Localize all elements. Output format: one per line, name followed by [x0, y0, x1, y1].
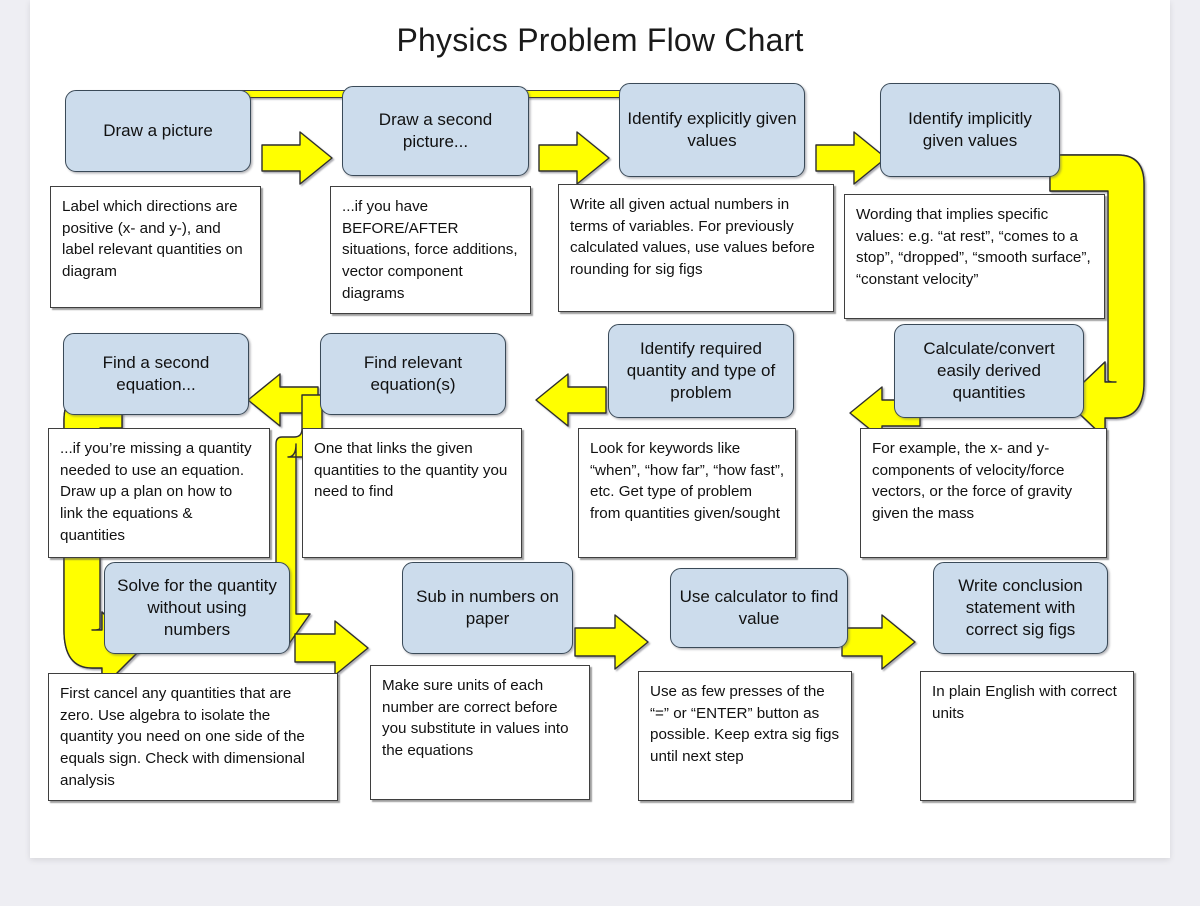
process-box-label: Draw a second picture... [378, 109, 493, 151]
process-box-find-relevant-equations[interactable]: Find relevant equation(s) [320, 333, 506, 415]
process-box-label: Sub in numbers on paper [416, 586, 559, 628]
note-box-draw-picture: Label which directions are positive (x- … [50, 186, 261, 308]
note-box-sub-in-numbers: Make sure units of each number are corre… [370, 665, 590, 800]
note-box-identify-explicit: Write all given actual numbers in terms … [558, 184, 834, 312]
process-box-label: Write conclusion statement with correct … [958, 575, 1083, 640]
note-box-calculate-convert: For example, the x- and y-components of … [860, 428, 1107, 558]
note-box-identify-required-quantity: Look for keywords like “when”, “how far”… [578, 428, 796, 558]
process-box-use-calculator[interactable]: Use calculator to find value [670, 568, 848, 648]
connector-arrow-right-1 [261, 131, 333, 185]
process-box-label: Solve for the quantity without using num… [117, 575, 277, 640]
process-box-identify-explicit[interactable]: Identify explicitly given values [619, 83, 805, 177]
process-box-label: Identify explicitly given values [627, 108, 797, 150]
process-box-draw-second-picture[interactable]: Draw a second picture... [342, 86, 529, 176]
process-box-find-second-equation[interactable]: Find a second equation... [63, 333, 249, 415]
process-box-label: Calculate/convert easily derived quantit… [923, 338, 1055, 403]
process-box-label: Find a second equation... [102, 352, 210, 394]
note-box-find-second-equation: ...if you’re missing a quantity needed t… [48, 428, 270, 558]
connector-arrow-left-2 [535, 373, 607, 427]
note-box-identify-implicit: Wording that implies specific values: e.… [844, 194, 1105, 319]
process-box-calculate-convert[interactable]: Calculate/convert easily derived quantit… [894, 324, 1084, 418]
connector-arrow-right-3 [815, 131, 887, 185]
process-box-label: Use calculator to find value [679, 586, 839, 628]
process-box-draw-picture[interactable]: Draw a picture [65, 90, 251, 172]
note-box-find-relevant-equations: One that links the given quantities to t… [302, 428, 522, 558]
note-box-draw-second-picture: ...if you have BEFORE/AFTER situations, … [330, 186, 531, 314]
process-box-solve-without-numbers[interactable]: Solve for the quantity without using num… [104, 562, 290, 654]
note-box-solve-without-numbers: First cancel any quantities that are zer… [48, 673, 338, 801]
connector-arrow-right-5 [574, 614, 649, 670]
note-box-write-conclusion: In plain English with correct units [920, 671, 1134, 801]
process-box-sub-in-numbers[interactable]: Sub in numbers on paper [402, 562, 573, 654]
connector-arrow-right-2 [538, 131, 610, 185]
process-box-label: Identify implicitly given values [908, 108, 1032, 150]
flowchart-page: Physics Problem Flow Chart Draw a pictur… [0, 0, 1200, 906]
process-box-label: Find relevant equation(s) [363, 352, 463, 394]
connector-arrow-right-4 [294, 620, 369, 676]
process-box-label: Identify required quantity and type of p… [626, 338, 776, 403]
process-box-label: Draw a picture [103, 120, 213, 140]
page-title: Physics Problem Flow Chart [396, 22, 804, 58]
note-box-use-calculator: Use as few presses of the “=” or “ENTER”… [638, 671, 852, 801]
connector-arrow-left-3 [247, 373, 319, 427]
process-box-identify-required-quantity[interactable]: Identify required quantity and type of p… [608, 324, 794, 418]
process-box-identify-implicit[interactable]: Identify implicitly given values [880, 83, 1060, 177]
flowchart-card: Physics Problem Flow Chart Draw a pictur… [30, 0, 1170, 858]
process-box-write-conclusion[interactable]: Write conclusion statement with correct … [933, 562, 1108, 654]
connector-arrow-right-6 [841, 614, 916, 670]
